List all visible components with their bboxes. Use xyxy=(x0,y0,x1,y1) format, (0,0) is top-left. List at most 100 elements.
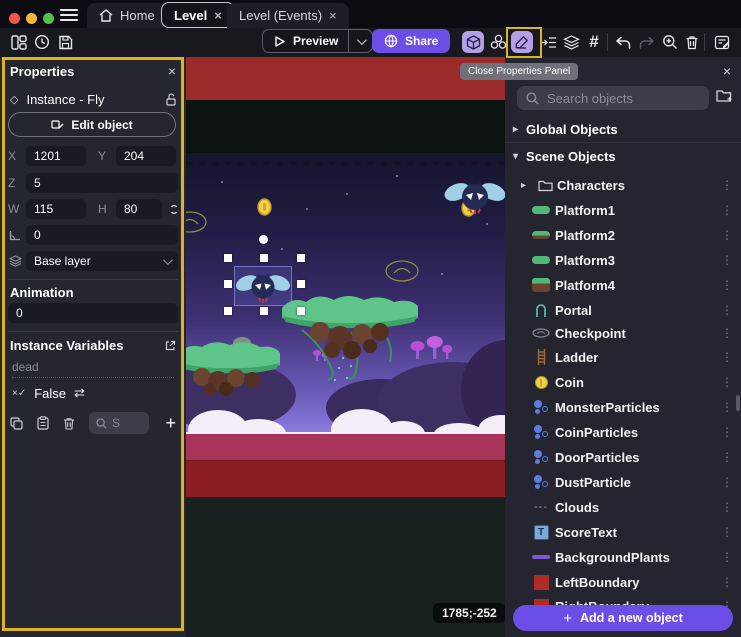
object-row[interactable]: DustParticle ⋮ xyxy=(505,470,741,494)
scrollbar-thumb[interactable] xyxy=(736,395,740,411)
kebab-menu-icon[interactable]: ⋮ xyxy=(721,203,733,217)
delete-variable-icon[interactable] xyxy=(63,417,75,430)
kebab-menu-icon[interactable]: ⋮ xyxy=(721,350,733,364)
resize-handle[interactable] xyxy=(297,280,305,288)
object-row[interactable]: LeftBoundary ⋮ xyxy=(505,570,741,594)
grid-icon[interactable]: # xyxy=(583,31,605,53)
object-row[interactable]: Platform2 ⋮ xyxy=(505,223,741,247)
y-field[interactable]: 204 xyxy=(116,146,176,166)
paste-icon[interactable] xyxy=(37,416,49,430)
toggle-value-icon[interactable]: ⇄ xyxy=(74,385,85,401)
trash-icon[interactable] xyxy=(681,31,703,53)
add-variable-button[interactable]: + xyxy=(165,413,176,434)
resize-handle[interactable] xyxy=(297,307,305,315)
tab-level-events[interactable]: Level (Events) × xyxy=(227,3,349,28)
add-folder-icon[interactable] xyxy=(716,88,733,103)
kebab-menu-icon[interactable]: ⋮ xyxy=(721,228,733,242)
undo-icon[interactable] xyxy=(612,31,634,53)
kebab-menu-icon[interactable]: ⋮ xyxy=(721,575,733,589)
object-row[interactable]: | Coin ⋮ xyxy=(505,370,741,394)
save-icon[interactable] xyxy=(54,31,76,53)
kebab-menu-icon[interactable]: ⋮ xyxy=(721,400,733,414)
selected-fly-instance[interactable] xyxy=(236,271,290,305)
object-row[interactable]: Portal ⋮ xyxy=(505,298,741,322)
resize-handle[interactable] xyxy=(260,307,268,315)
cube-3d-icon[interactable] xyxy=(462,31,484,53)
height-field[interactable]: 80 xyxy=(116,199,162,219)
platform-instance[interactable] xyxy=(282,290,418,390)
layers-icon[interactable] xyxy=(560,31,582,53)
animation-field[interactable]: 0 xyxy=(8,303,178,323)
kebab-menu-icon[interactable]: ⋮ xyxy=(721,425,733,439)
variable-value[interactable]: False xyxy=(34,386,66,401)
share-button[interactable]: Share xyxy=(372,29,450,53)
z-field[interactable]: 5 xyxy=(26,173,178,193)
resize-handle[interactable] xyxy=(297,254,305,262)
close-icon[interactable]: × xyxy=(168,63,176,79)
open-in-editor-icon[interactable] xyxy=(165,340,176,351)
platform-instance[interactable] xyxy=(186,335,280,397)
object-row[interactable]: T ScoreText ⋮ xyxy=(505,520,741,544)
edit-object-button[interactable]: Edit object xyxy=(8,112,176,137)
angle-field[interactable]: 0 xyxy=(26,225,178,245)
width-field[interactable]: 115 xyxy=(26,199,86,219)
kebab-menu-icon[interactable]: ⋮ xyxy=(721,475,733,489)
object-row[interactable]: --- Clouds ⋮ xyxy=(505,495,741,519)
object-row[interactable]: Ladder ⋮ xyxy=(505,345,741,369)
zoom-in-icon[interactable] xyxy=(659,31,681,53)
minimize-window-button[interactable] xyxy=(26,13,37,24)
group-global-objects[interactable]: ▸ Global Objects xyxy=(505,117,741,143)
kebab-menu-icon[interactable]: ⋮ xyxy=(721,303,733,317)
fly-instance[interactable] xyxy=(444,179,506,215)
menu-icon[interactable] xyxy=(60,9,78,21)
kebab-menu-icon[interactable]: ⋮ xyxy=(721,253,733,267)
tab-home[interactable]: Home xyxy=(87,3,167,28)
x-field[interactable]: 1201 xyxy=(26,146,86,166)
kebab-menu-icon[interactable]: ⋮ xyxy=(721,450,733,464)
panels-icon[interactable] xyxy=(8,31,30,53)
layer-select[interactable]: Base layer xyxy=(26,251,178,271)
tab-level[interactable]: Level × xyxy=(161,2,235,28)
object-row[interactable]: MonsterParticles ⋮ xyxy=(505,395,741,419)
object-row[interactable]: Checkpoint ⋮ xyxy=(505,321,741,345)
kebab-menu-icon[interactable]: ⋮ xyxy=(721,178,733,192)
instance-list-icon[interactable] xyxy=(538,31,560,53)
close-icon[interactable]: × xyxy=(723,63,731,79)
variable-search-input[interactable]: S xyxy=(89,412,149,434)
kebab-menu-icon[interactable]: ⋮ xyxy=(721,278,733,292)
history-icon[interactable] xyxy=(31,31,53,53)
object-row[interactable]: Platform4 ⋮ xyxy=(505,273,741,297)
wireframe-object[interactable] xyxy=(186,209,208,235)
pencil-icon[interactable] xyxy=(511,31,533,53)
rotate-handle[interactable] xyxy=(259,235,268,244)
variable-name[interactable]: dead xyxy=(12,360,174,378)
resize-handle[interactable] xyxy=(224,280,232,288)
close-tab-icon[interactable]: × xyxy=(329,8,337,23)
object-row-characters[interactable]: ▸ Characters ⋮ xyxy=(505,173,741,197)
close-window-button[interactable] xyxy=(9,13,20,24)
redo-icon[interactable] xyxy=(636,31,658,53)
group-scene-objects[interactable]: ▾ Scene Objects xyxy=(505,143,741,169)
objects-search-input[interactable]: Search objects xyxy=(517,86,709,110)
maximize-window-button[interactable] xyxy=(43,13,54,24)
close-tab-icon[interactable]: × xyxy=(214,8,222,23)
object-group-icon[interactable] xyxy=(487,31,509,53)
events-sheet-icon[interactable] xyxy=(711,31,733,53)
object-row[interactable]: Platform3 ⋮ xyxy=(505,248,741,272)
object-row[interactable]: Platform1 ⋮ xyxy=(505,198,741,222)
object-row[interactable]: DoorParticles ⋮ xyxy=(505,445,741,469)
resize-handle[interactable] xyxy=(224,254,232,262)
unlock-icon[interactable] xyxy=(166,93,176,106)
unlink-aspect-ratio-icon[interactable] xyxy=(170,203,178,216)
kebab-menu-icon[interactable]: ⋮ xyxy=(721,525,733,539)
preview-dropdown-button[interactable] xyxy=(348,30,372,52)
kebab-menu-icon[interactable]: ⋮ xyxy=(721,326,733,340)
object-row[interactable]: CoinParticles ⋮ xyxy=(505,420,741,444)
add-new-object-button[interactable]: + Add a new object xyxy=(513,605,733,631)
resize-handle[interactable] xyxy=(224,307,232,315)
coin-instance[interactable] xyxy=(257,198,272,216)
kebab-menu-icon[interactable]: ⋮ xyxy=(721,550,733,564)
wireframe-object[interactable] xyxy=(384,258,420,284)
copy-icon[interactable] xyxy=(10,417,23,430)
kebab-menu-icon[interactable]: ⋮ xyxy=(721,500,733,514)
